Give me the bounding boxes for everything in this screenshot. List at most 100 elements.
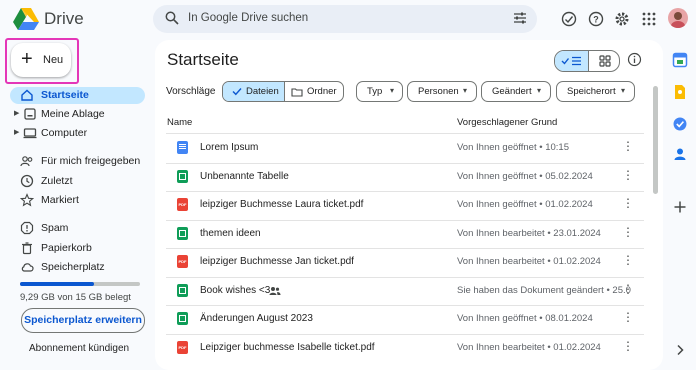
file-row[interactable]: PDF leipziger Buchmesse Jan ticket.pdf Von… xyxy=(166,248,644,276)
sidebar-item-my-drive[interactable]: ▶ Meine Ablage xyxy=(10,106,145,123)
more-actions-icon[interactable]: ⋮ xyxy=(622,139,634,153)
computer-icon xyxy=(23,128,37,139)
column-header-name[interactable]: Name xyxy=(167,117,192,128)
search-input[interactable]: In Google Drive suchen xyxy=(188,12,308,24)
search-icon[interactable] xyxy=(165,11,179,25)
file-row[interactable]: Unbenannte Tabelle Von Ihnen geöffnet • 0… xyxy=(166,163,644,191)
add-icon[interactable] xyxy=(672,199,688,215)
apps-grid-icon[interactable] xyxy=(640,10,658,28)
contacts-icon[interactable] xyxy=(672,146,688,162)
cloud-icon xyxy=(21,263,34,272)
new-button-highlight: + Neu xyxy=(5,38,79,84)
files-toggle-button[interactable]: Dateien xyxy=(223,82,285,101)
shared-icon xyxy=(20,156,33,167)
plus-icon: + xyxy=(21,48,33,70)
file-name[interactable]: leipziger Buchmesse Jan ticket.pdf xyxy=(200,256,354,267)
expand-arrow-icon[interactable]: ▶ xyxy=(14,109,19,117)
list-view-button[interactable] xyxy=(555,51,588,71)
suggestion-reason: Von Ihnen geöffnet • 10:15 xyxy=(457,142,569,153)
pdf-icon: PDF xyxy=(177,255,188,268)
more-actions-icon[interactable]: ⋮ xyxy=(622,196,634,210)
spam-icon xyxy=(20,221,34,235)
view-toggle[interactable] xyxy=(554,50,620,72)
chevron-right-icon[interactable] xyxy=(672,342,688,358)
file-row[interactable]: Lorem Ipsum Von Ihnen geöffnet • 10:15 ⋮ xyxy=(166,134,644,162)
files-folders-toggle[interactable]: Dateien Ordner xyxy=(222,81,344,102)
my-drive-icon xyxy=(24,108,36,120)
scrollbar[interactable] xyxy=(653,86,658,194)
suggestion-reason: Von Ihnen geöffnet • 01.02.2024 xyxy=(457,199,593,210)
sidebar-item-computer[interactable]: ▶ Computer xyxy=(10,125,145,142)
google-sheets-icon xyxy=(177,169,188,183)
file-row[interactable]: Book wishes <3 Sie haben das Dokument geä… xyxy=(166,277,644,305)
app-name[interactable]: Drive xyxy=(44,9,84,29)
more-actions-icon[interactable]: ⋮ xyxy=(622,339,634,353)
new-button[interactable]: + Neu xyxy=(11,43,71,77)
help-icon[interactable]: ? xyxy=(587,10,605,28)
storage-usage-text: 9,29 GB von 15 GB belegt xyxy=(20,292,131,303)
column-header-reason[interactable]: Vorgeschlagener Grund xyxy=(457,117,557,128)
offline-status-icon[interactable] xyxy=(560,10,578,28)
dropdown-arrow-icon: ▾ xyxy=(463,86,468,95)
sidebar-item-recent[interactable]: Zuletzt xyxy=(10,173,145,190)
suggestion-reason: Von Ihnen bearbeitet • 01.02.2024 xyxy=(457,256,601,267)
settings-gear-icon[interactable] xyxy=(613,10,631,28)
file-row[interactable]: PDF Leipziger buchmesse Isabelle ticket.p… xyxy=(166,334,644,362)
grid-view-button[interactable] xyxy=(588,51,619,71)
sidebar-item-storage[interactable]: Speicherplatz xyxy=(10,259,145,276)
drive-logo-icon[interactable] xyxy=(12,6,40,32)
check-icon xyxy=(232,88,242,96)
suggestion-reason: Sie haben das Dokument geändert • 25.0 xyxy=(457,284,631,296)
sidebar-item-spam[interactable]: Spam xyxy=(10,220,145,237)
folder-icon xyxy=(291,88,303,97)
more-actions-icon[interactable]: ⋮ xyxy=(622,282,634,296)
info-icon[interactable] xyxy=(627,52,642,67)
storage-progress-fill xyxy=(20,282,95,286)
more-actions-icon[interactable]: ⋮ xyxy=(622,225,634,239)
search-bar[interactable]: In Google Drive suchen xyxy=(153,5,537,33)
dropdown-arrow-icon: ▾ xyxy=(621,86,626,95)
file-name[interactable]: themen ideen xyxy=(200,228,261,239)
filter-people[interactable]: Personen ▾ xyxy=(407,81,477,102)
cancel-subscription-link[interactable]: Abonnement kündigen xyxy=(29,343,129,354)
more-actions-icon[interactable]: ⋮ xyxy=(622,310,634,324)
svg-text:?: ? xyxy=(593,15,599,25)
sidebar-item-home[interactable]: Startseite xyxy=(10,87,145,104)
google-sheets-icon xyxy=(177,283,188,297)
file-row[interactable]: Änderungen August 2023 Von Ihnen geöffnet… xyxy=(166,305,644,333)
expand-arrow-icon[interactable]: ▶ xyxy=(14,128,19,136)
search-options-icon[interactable] xyxy=(513,11,527,25)
storage-progress-bar xyxy=(20,282,140,286)
trash-icon xyxy=(22,242,32,255)
filter-location[interactable]: Speicherort ▾ xyxy=(556,81,635,102)
file-name[interactable]: Änderungen August 2023 xyxy=(200,313,313,324)
sidebar-item-starred[interactable]: Markiert xyxy=(10,192,145,209)
pdf-icon: PDF xyxy=(177,198,188,211)
file-name[interactable]: leipziger Buchmesse Laura ticket.pdf xyxy=(200,199,363,210)
sidebar-item-shared[interactable]: Für mich freigegeben xyxy=(10,153,145,170)
home-icon xyxy=(21,89,33,101)
filter-modified[interactable]: Geändert ▾ xyxy=(481,81,551,102)
clock-icon xyxy=(20,174,34,188)
file-row[interactable]: PDF leipziger Buchmesse Laura ticket.pdf V… xyxy=(166,191,644,219)
file-name[interactable]: Unbenannte Tabelle xyxy=(200,171,289,182)
keep-icon[interactable] xyxy=(672,84,688,100)
google-sheets-icon xyxy=(177,312,188,325)
pdf-icon: PDF xyxy=(177,340,188,354)
account-avatar[interactable] xyxy=(668,8,688,28)
suggestion-reason: Von Ihnen geöffnet • 08.01.2024 xyxy=(457,313,593,324)
dropdown-arrow-icon: ▾ xyxy=(537,86,542,95)
file-row[interactable]: themen ideen Von Ihnen bearbeitet • 23.01… xyxy=(166,220,644,248)
more-actions-icon[interactable]: ⋮ xyxy=(622,168,634,182)
sidebar-item-trash[interactable]: Papierkorb xyxy=(10,240,145,257)
tasks-icon[interactable] xyxy=(672,116,688,132)
upgrade-storage-button[interactable]: Speicherplatz erweitern xyxy=(21,308,145,333)
star-icon xyxy=(20,193,34,207)
folders-toggle-button[interactable]: Ordner xyxy=(285,82,343,101)
calendar-icon[interactable] xyxy=(672,52,688,68)
more-actions-icon[interactable]: ⋮ xyxy=(622,253,634,267)
file-name[interactable]: Leipziger buchmesse Isabelle ticket.pdf xyxy=(200,342,375,353)
file-name[interactable]: Book wishes <3 xyxy=(200,285,270,296)
file-name[interactable]: Lorem Ipsum xyxy=(200,142,258,153)
filter-type[interactable]: Typ ▾ xyxy=(356,81,403,102)
